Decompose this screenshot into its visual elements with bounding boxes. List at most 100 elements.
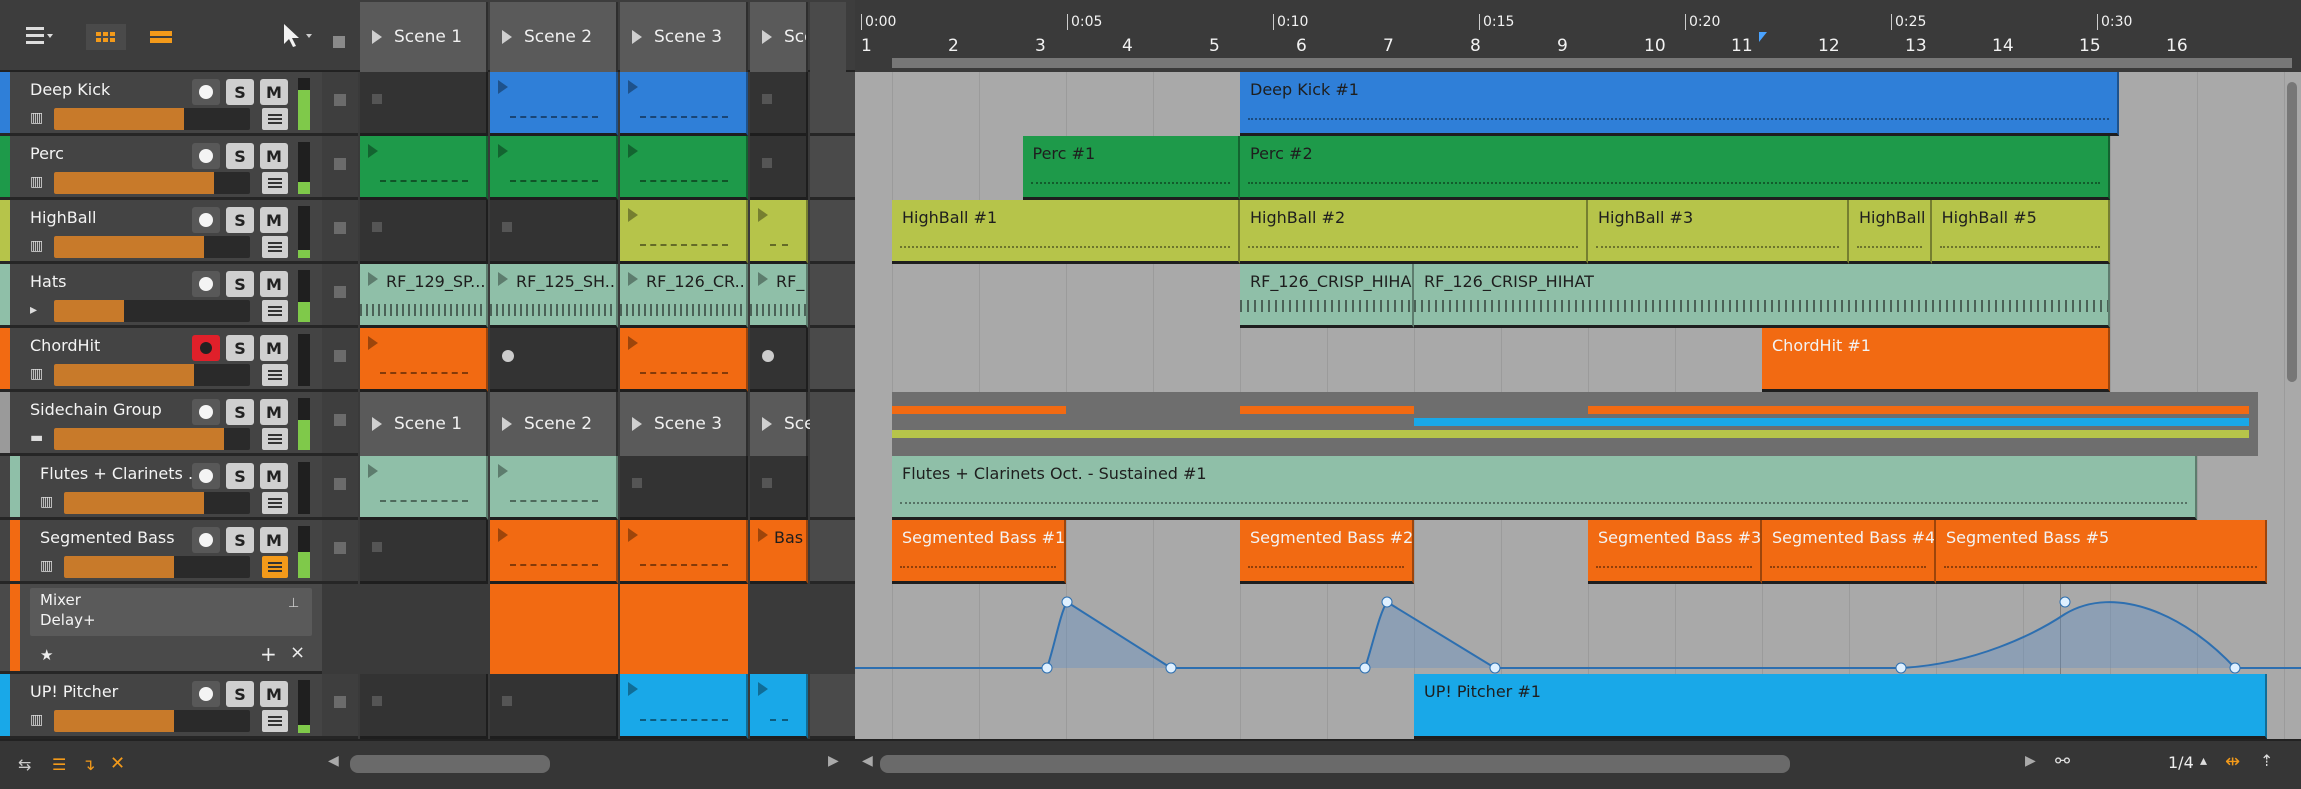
arranger-clip[interactable]: Perc #2 — [1240, 136, 2110, 200]
arranger-scroll-left-icon[interactable]: ◀ — [862, 753, 873, 769]
launcher-clip[interactable] — [490, 136, 618, 200]
clip-play-icon[interactable] — [628, 528, 638, 542]
arranger-clip[interactable]: Flutes + Clarinets Oct. - Sustained #1 — [892, 456, 2197, 520]
track-name[interactable]: ChordHit — [30, 336, 190, 355]
solo-button[interactable]: S — [226, 399, 254, 425]
launcher-clip[interactable] — [620, 584, 748, 674]
timeline-ruler[interactable]: 0:00 0:05 0:10 0:15 0:20 0:25 0:30 1 2 3 4 5 6 7 8 9 10… — [855, 0, 2301, 72]
stop-button[interactable] — [334, 696, 346, 708]
track-name[interactable]: Hats — [30, 272, 190, 291]
clip-play-icon[interactable] — [628, 336, 638, 350]
mute-button[interactable]: M — [260, 271, 288, 297]
playhead-marker[interactable] — [1759, 32, 1767, 42]
launcher-clip[interactable] — [750, 674, 808, 739]
launcher-clip[interactable] — [620, 674, 748, 739]
arranger-timeline[interactable]: Deep Kick #1 Perc #1 Perc #2 HighBall #1 Hig… — [855, 72, 2301, 739]
automation-point[interactable] — [1359, 662, 1371, 674]
automation-point[interactable] — [1041, 662, 1053, 674]
mute-button[interactable]: M — [260, 207, 288, 233]
launcher-clip[interactable]: RF_126_CR... — [620, 264, 748, 328]
empty-clip-slot[interactable] — [360, 520, 488, 584]
launcher-divider[interactable] — [810, 2, 846, 72]
solo-button[interactable]: S — [226, 527, 254, 553]
volume-fader[interactable] — [54, 710, 250, 732]
slot-stop-icon[interactable] — [372, 222, 382, 232]
launcher-clip[interactable]: RF_129_SP... — [360, 264, 488, 328]
track-menu-icon[interactable] — [262, 300, 288, 322]
slot-stop-icon[interactable] — [502, 696, 512, 706]
mute-button[interactable]: M — [260, 143, 288, 169]
list-menu-icon[interactable] — [24, 24, 54, 48]
volume-fader[interactable] — [54, 428, 250, 450]
slot-stop-icon[interactable] — [762, 94, 772, 104]
automation-lane-header[interactable]: Mixer Delay+ ⊥ ★ + × — [0, 584, 322, 674]
record-arm-button[interactable] — [192, 463, 220, 489]
track-name[interactable]: Segmented Bass — [40, 528, 200, 547]
track-header-chordhit[interactable]: ChordHit S M ▥ — [0, 328, 322, 392]
arranger-clip[interactable]: Deep Kick #1 — [1240, 72, 2119, 136]
record-arm-button[interactable] — [192, 399, 220, 425]
volume-fader[interactable] — [64, 556, 250, 578]
solo-button[interactable]: S — [226, 79, 254, 105]
arranger-clip[interactable]: Segmented Bass #4 — [1762, 520, 1936, 584]
stop-button[interactable] — [334, 158, 346, 170]
arranger-horizontal-scrollbar[interactable] — [880, 755, 1790, 773]
group-scene-3-header[interactable]: Scene 3 — [620, 392, 748, 456]
clip-grid-icon[interactable] — [86, 24, 126, 50]
track-menu-icon[interactable] — [262, 492, 288, 514]
automation-point[interactable] — [1489, 662, 1501, 674]
track-header-up-pitcher[interactable]: UP! Pitcher S M ▥ — [0, 674, 322, 739]
stop-button[interactable] — [334, 414, 346, 426]
grid-dropdown-icon[interactable]: ▴ — [2200, 753, 2207, 769]
scene-4-header[interactable]: Sce — [750, 2, 808, 72]
slot-stop-icon[interactable] — [372, 94, 382, 104]
launcher-clip[interactable] — [620, 136, 748, 200]
launcher-clip[interactable] — [620, 200, 748, 264]
volume-fader[interactable] — [54, 108, 250, 130]
scene-2-header[interactable]: Scene 2 — [490, 2, 618, 72]
automation-point[interactable] — [1165, 662, 1177, 674]
launcher-clip[interactable] — [490, 456, 618, 520]
record-arm-button[interactable] — [192, 79, 220, 105]
track-name[interactable]: HighBall — [30, 208, 190, 227]
automation-point[interactable] — [1061, 596, 1073, 608]
track-color-bar[interactable] — [10, 520, 20, 581]
launcher-clip[interactable] — [620, 72, 748, 136]
launcher-clip[interactable] — [490, 584, 618, 674]
group-summary-clip[interactable] — [892, 392, 2258, 456]
pointer-tool-icon[interactable] — [280, 22, 316, 50]
empty-clip-slot[interactable] — [490, 674, 618, 739]
stop-all-button[interactable] — [333, 36, 345, 48]
close-x-icon[interactable]: ✕ — [110, 753, 132, 774]
arranger-scroll-right-icon[interactable]: ▶ — [2025, 753, 2036, 769]
group-scene-4-header[interactable]: Sce — [750, 392, 815, 456]
group-scene-1-header[interactable]: Scene 1 — [360, 392, 488, 456]
solo-button[interactable]: S — [226, 681, 254, 707]
follow-icon[interactable]: ↴ — [82, 755, 104, 775]
clip-play-icon[interactable] — [628, 144, 638, 158]
grid-value[interactable]: 1/4 — [2168, 753, 2194, 772]
arranger-clip[interactable]: Segmented Bass #2 — [1240, 520, 1414, 584]
automation-point[interactable] — [1381, 596, 1393, 608]
track-header-sidechain-group[interactable]: Sidechain Group S M ▬ — [0, 392, 322, 456]
arranger-clip[interactable]: UP! Pitcher #1 — [1414, 674, 2267, 739]
add-automation-button[interactable]: + — [260, 642, 277, 666]
launcher-clip[interactable] — [490, 72, 618, 136]
empty-clip-slot[interactable] — [360, 72, 488, 136]
clip-play-icon[interactable] — [498, 144, 508, 158]
record-arm-button[interactable] — [192, 681, 220, 707]
arranger-clip[interactable]: Segmented Bass #3 — [1588, 520, 1762, 584]
record-arm-button[interactable] — [192, 335, 220, 361]
stop-button[interactable] — [334, 222, 346, 234]
slot-stop-icon[interactable] — [762, 478, 772, 488]
arranger-vertical-scrollbar[interactable] — [2287, 82, 2297, 382]
clip-play-icon[interactable] — [498, 80, 508, 94]
favorite-star-icon[interactable]: ★ — [40, 646, 53, 664]
track-menu-icon[interactable] — [262, 172, 288, 194]
clip-play-icon[interactable] — [368, 144, 378, 158]
track-header-segmented-bass[interactable]: Segmented Bass S M ▥ — [0, 520, 322, 584]
remove-automation-button[interactable]: × — [290, 642, 305, 663]
mute-button[interactable]: M — [260, 527, 288, 553]
clip-play-icon[interactable] — [628, 682, 638, 696]
automation-parameter-select[interactable]: Mixer Delay+ ⊥ — [30, 588, 312, 636]
